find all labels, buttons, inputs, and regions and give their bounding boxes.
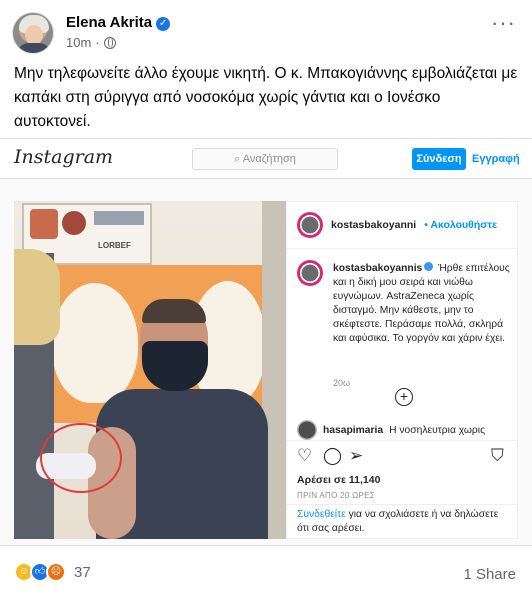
likes-count: Αρέσει σε 11,140 — [297, 474, 381, 486]
red-circle-annotation — [40, 423, 122, 493]
caption-avatar — [297, 260, 323, 286]
commenter-username: hasapimaria — [323, 424, 384, 436]
plus-circle-icon: + — [395, 388, 413, 406]
author-avatar[interactable] — [12, 12, 54, 54]
post-header: Elena Akrita ✓ 10m · ··· — [12, 10, 520, 56]
instagram-logo: Instagram — [14, 146, 114, 168]
caption-username: kostasbakoyannis — [333, 263, 423, 274]
verified-icon — [424, 262, 434, 271]
more-icon[interactable]: ··· — [491, 12, 516, 34]
post-meta: 10m · — [66, 35, 116, 50]
instagram-navbar: Instagram ⌕ Αναζήτηση Σύνδεση Εγγραφή — [0, 139, 532, 179]
vaccination-photo: LORBEF — [14, 201, 286, 539]
follow-link: • Ακολουθήστε — [424, 219, 498, 231]
owner-avatar — [297, 212, 323, 238]
bookmark-icon: ⛉ — [491, 446, 504, 465]
login-note: Συνδεθείτε για να σχολιάσετε ή να δηλώσε… — [297, 508, 511, 536]
angry-reaction-icon: ☹ — [46, 562, 66, 582]
poster-label: LORBEF — [98, 241, 131, 250]
comment-icon: ◯ — [323, 446, 343, 465]
instagram-signup-link: Εγγραφή — [472, 153, 520, 165]
comment-row: hasapimaria Η νοσηλευτρια χωρις — [297, 420, 485, 440]
reactions-summary[interactable]: ☺ 👍︎ ☹ 37 — [14, 562, 91, 582]
share-count[interactable]: 1 Share — [463, 566, 516, 583]
heart-icon: ♡ — [297, 446, 313, 465]
shared-image[interactable]: Instagram ⌕ Αναζήτηση Σύνδεση Εγγραφή LO… — [0, 138, 532, 546]
instagram-login-button: Σύνδεση — [412, 148, 466, 170]
posted-ago: ΠΡΙΝ ΑΠΟ 20 ΩΡΕΣ — [297, 491, 375, 500]
author-name-text[interactable]: Elena Akrita — [66, 14, 152, 31]
share-icon: ➢ — [349, 446, 364, 465]
post-owner-row: kostasbakoyanni • Ακολουθήστε — [297, 212, 497, 238]
caption: kostasbakoyannis Ήρθε επιτέλους και η δι… — [333, 262, 511, 346]
caption-avatar-row — [297, 260, 323, 286]
caption-time: 20ω — [333, 378, 351, 388]
search-icon: ⌕ — [234, 153, 243, 165]
globe-icon — [103, 36, 116, 49]
action-icons: ♡ ◯ ➢ ⛉ — [297, 446, 507, 466]
login-link: Συνδεθείτε — [297, 509, 346, 520]
commenter-avatar — [297, 420, 317, 440]
reaction-count[interactable]: 37 — [74, 564, 91, 581]
post-time[interactable]: 10m — [66, 35, 91, 50]
instagram-post-panel: kostasbakoyanni • Ακολουθήστε kostasbako… — [286, 201, 518, 539]
verified-icon: ✓ — [156, 17, 171, 31]
search-placeholder: Αναζήτηση — [242, 153, 296, 165]
author-name[interactable]: Elena Akrita ✓ — [66, 14, 171, 31]
post-text: Μην τηλεφωνείτε άλλο έχουμε νικητή. Ο κ.… — [14, 65, 518, 130]
owner-username: kostasbakoyanni — [331, 219, 417, 231]
comment-text: Η νοσηλευτρια χωρις — [389, 424, 486, 436]
instagram-search: ⌕ Αναζήτηση — [192, 148, 338, 170]
caption-text: Ήρθε επιτέλους και η δική μου σειρά και … — [333, 263, 510, 344]
